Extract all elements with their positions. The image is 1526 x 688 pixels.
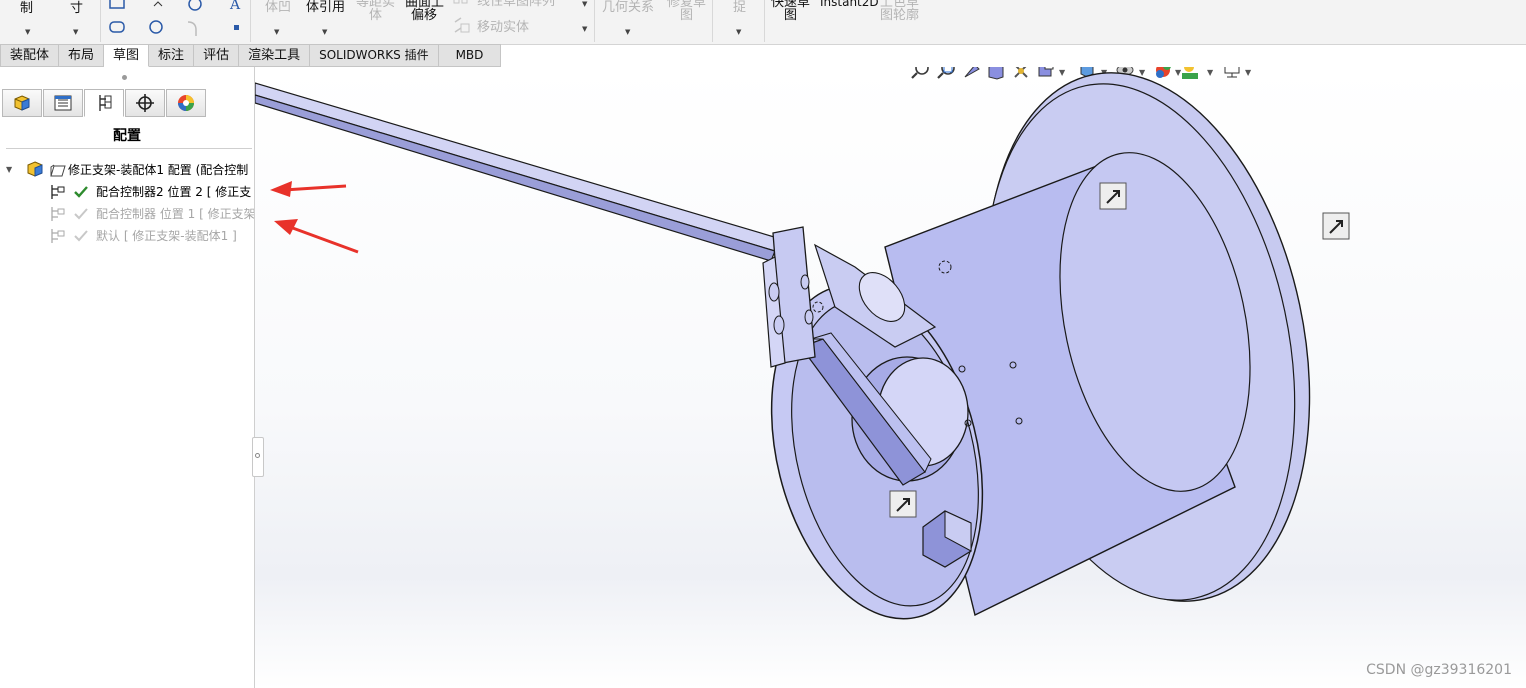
red-arrow-icon xyxy=(270,181,347,197)
tree-item-label: 默认 [ 修正支架-装配体1 ] xyxy=(96,229,237,243)
tab-render-tools[interactable]: 渲染工具 xyxy=(239,44,311,67)
ribbon-label-snap[interactable]: 捉 xyxy=(733,1,746,14)
mate-controller-icon xyxy=(51,229,65,243)
mate-reference-marker[interactable] xyxy=(889,490,917,518)
panel-title: 配置 xyxy=(113,128,141,144)
panel-collapse-handle[interactable] xyxy=(252,437,264,477)
tab-sketch[interactable]: 草图 xyxy=(104,44,150,67)
ribbon-label-shaded-2[interactable]: 图轮廓 xyxy=(880,9,919,22)
ribbon-label-ti-dis[interactable]: 体凹 xyxy=(265,1,291,14)
ribbon-label-linear-pattern[interactable]: 线性草图阵列 xyxy=(477,0,555,8)
dimxpert-icon xyxy=(136,94,154,112)
tab-markup[interactable]: 标注 xyxy=(149,44,195,67)
tree-item-active-config[interactable]: 配合控制器2 位置 2 [ 修正支 xyxy=(0,182,254,202)
tree-item-default-config[interactable]: 默认 [ 修正支架-装配体1 ] xyxy=(0,226,254,246)
sketch-tools-icons[interactable]: A xyxy=(106,0,246,42)
mate-controller-icon xyxy=(51,185,65,199)
command-manager-ribbon: 制 ▼ 寸 ▼ A 体凹 ▼ 体引用 ▼ 等距实 体 曲面上 偏移 线性草图阵列… xyxy=(0,0,1526,45)
chevron-down-icon[interactable]: ▼ xyxy=(582,25,587,33)
display-manager-tab[interactable] xyxy=(166,89,206,117)
panel-tabs xyxy=(2,89,207,117)
graphics-area[interactable]: ▼ ▼ ▼ ▼ ▼ ▼ xyxy=(255,67,1526,688)
checkmark-icon xyxy=(74,208,88,220)
watermark: CSDN @gz39316201 xyxy=(1366,662,1512,678)
ribbon-label-zhi[interactable]: 制 xyxy=(20,2,33,15)
feature-manager-icon xyxy=(14,95,30,111)
chevron-down-icon[interactable]: ▼ xyxy=(322,28,327,36)
tree-item-label: 配合控制器 位置 1 [ 修正支架 xyxy=(96,207,254,221)
tree-root-item[interactable]: ▼ 修正支架-装配体1 配置 (配合控制 xyxy=(0,160,254,180)
configuration-manager-panel: 配置 ▼ 修正支架-装配体1 配置 (配合控制 配合控制器2 位置 2 [ 修正… xyxy=(0,67,255,688)
collapse-toggle-icon[interactable]: ▼ xyxy=(6,160,12,180)
ribbon-label-surface-2[interactable]: 偏移 xyxy=(411,9,437,22)
chevron-down-icon[interactable]: ▼ xyxy=(25,28,30,36)
tree-item-label: 配合控制器2 位置 2 [ 修正支 xyxy=(96,185,252,199)
panel-grip-handle[interactable] xyxy=(122,75,127,80)
command-manager-tabs: 装配体 布局 草图 标注 评估 渲染工具 SOLIDWORKS 插件 MBD xyxy=(0,44,502,67)
display-manager-icon xyxy=(178,95,194,111)
tree-root-label: 修正支架-装配体1 配置 (配合控制 xyxy=(68,163,249,177)
checkmark-icon xyxy=(74,186,88,198)
pattern-move-icons xyxy=(453,0,470,33)
tab-mbd[interactable]: MBD xyxy=(438,44,502,67)
property-manager-tab[interactable] xyxy=(43,89,83,117)
checkmark-icon xyxy=(74,230,88,242)
ribbon-label-rapid-2[interactable]: 图 xyxy=(784,9,797,22)
tab-solidworks-addins[interactable]: SOLIDWORKS 插件 xyxy=(310,44,439,67)
annotation-arrows xyxy=(270,181,359,254)
tab-assembly[interactable]: 装配体 xyxy=(0,44,60,67)
ribbon-label-move-entities[interactable]: 移动实体 xyxy=(477,21,529,34)
red-arrow-icon xyxy=(274,219,359,254)
chevron-down-icon[interactable]: ▼ xyxy=(736,28,741,36)
tree-item-config[interactable]: 配合控制器 位置 1 [ 修正支架 xyxy=(0,204,254,224)
configuration-folder-icon xyxy=(50,164,66,177)
ribbon-label-relations[interactable]: 几何关系 xyxy=(602,1,654,14)
mate-reference-marker[interactable] xyxy=(1322,212,1350,240)
assembly-icon xyxy=(27,161,43,177)
tab-layout[interactable]: 布局 xyxy=(59,44,105,67)
mate-reference-marker[interactable] xyxy=(1099,182,1127,210)
property-manager-icon xyxy=(54,95,72,111)
dimxpert-tab[interactable] xyxy=(125,89,165,117)
mate-controller-icon xyxy=(51,207,65,221)
ribbon-label-ti-yin[interactable]: 体引用 xyxy=(306,1,345,14)
configuration-manager-icon xyxy=(99,95,112,111)
chevron-down-icon[interactable]: ▼ xyxy=(625,28,630,36)
ribbon-label-instant2d[interactable]: Instant2D xyxy=(820,0,879,9)
configuration-manager-tab[interactable] xyxy=(84,89,124,117)
ribbon-label-repair-2[interactable]: 图 xyxy=(680,9,693,22)
feature-manager-tab[interactable] xyxy=(2,89,42,117)
chevron-down-icon[interactable]: ▼ xyxy=(274,28,279,36)
assembly-model[interactable] xyxy=(255,67,1526,688)
ribbon-label-cun[interactable]: 寸 xyxy=(70,2,83,15)
chevron-down-icon[interactable]: ▼ xyxy=(73,28,78,36)
chevron-down-icon[interactable]: ▼ xyxy=(582,0,587,8)
svg-text:A: A xyxy=(229,0,241,13)
ribbon-label-offset-2[interactable]: 体 xyxy=(369,9,382,22)
tab-evaluate[interactable]: 评估 xyxy=(194,44,240,67)
